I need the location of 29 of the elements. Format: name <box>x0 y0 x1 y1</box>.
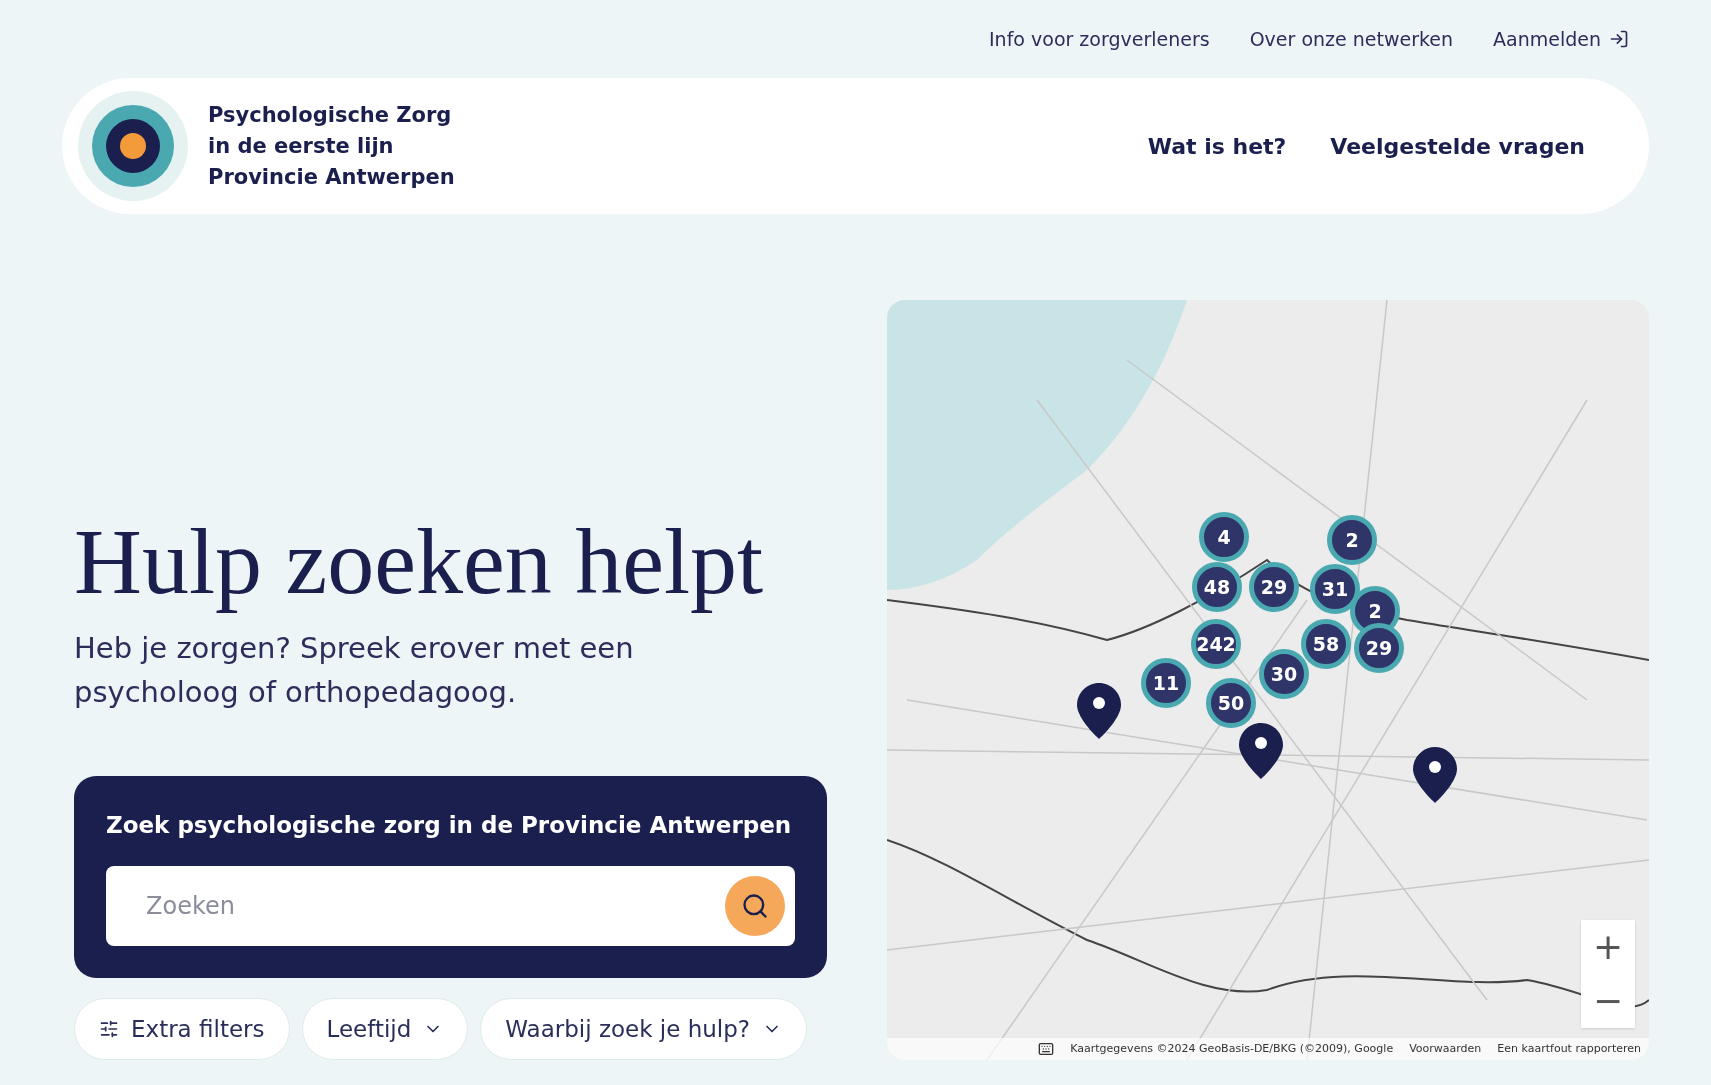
search-icon <box>741 892 769 920</box>
search-heading: Zoek psychologische zorg in de Provincie Antwerpen <box>106 810 793 840</box>
map-pin-icon[interactable] <box>1077 683 1121 739</box>
keyboard-icon <box>1038 1041 1055 1057</box>
sliders-icon <box>99 1019 119 1039</box>
search-field[interactable]: Zoeken <box>106 866 795 946</box>
nav-link[interactable]: Wat is het? <box>1147 129 1287 163</box>
hero-subtitle: Heb je zorgen? Spreek erover met een psycholoog of orthopedagoog. <box>74 629 635 711</box>
nav-link[interactable]: Info voor zorgverleners <box>989 24 1210 54</box>
logo-text: in de eerste lijn <box>208 132 395 160</box>
map-attribution[interactable]: Voorwaarden <box>1409 1040 1482 1058</box>
login-link[interactable]: Aanmelden <box>1493 24 1629 54</box>
filter-button[interactable]: Waarbij zoek je hulp? <box>480 998 808 1060</box>
map-attribution: Kaartgegevens ©2024 GeoBasis-DE/BKG (©2009), Google <box>1070 1040 1394 1057</box>
hero-title: Hulp zoeken helpt <box>74 507 765 615</box>
map-pin-icon[interactable] <box>1413 747 1457 803</box>
login-icon <box>1609 29 1629 49</box>
nav-link[interactable]: Over onze netwerken <box>1249 24 1454 54</box>
zoom-button[interactable]: − <box>1581 974 1635 1028</box>
map-pin-icon[interactable] <box>1239 723 1283 779</box>
logo-text: Psychologische Zorg <box>208 101 453 129</box>
nav-link[interactable]: Veelgestelde vragen <box>1330 129 1585 163</box>
zoom-button[interactable]: + <box>1581 920 1635 974</box>
filter-button[interactable]: Leeftijd <box>301 998 469 1060</box>
logo-icon <box>78 91 188 201</box>
map[interactable]: 4 2 48 29 31 2 242 58 29 11 30 50 + − Kaartgegevens ©2024 GeoBasis-DE/BKG (©2009), Google Voorwaarden Een kaartfout rapporteren <box>887 300 1649 1060</box>
logo-text: Provincie Antwerpen <box>208 163 455 191</box>
filter-button[interactable]: Extra filters <box>74 998 290 1060</box>
map-attribution[interactable]: Een kaartfout rapporteren <box>1497 1040 1641 1058</box>
